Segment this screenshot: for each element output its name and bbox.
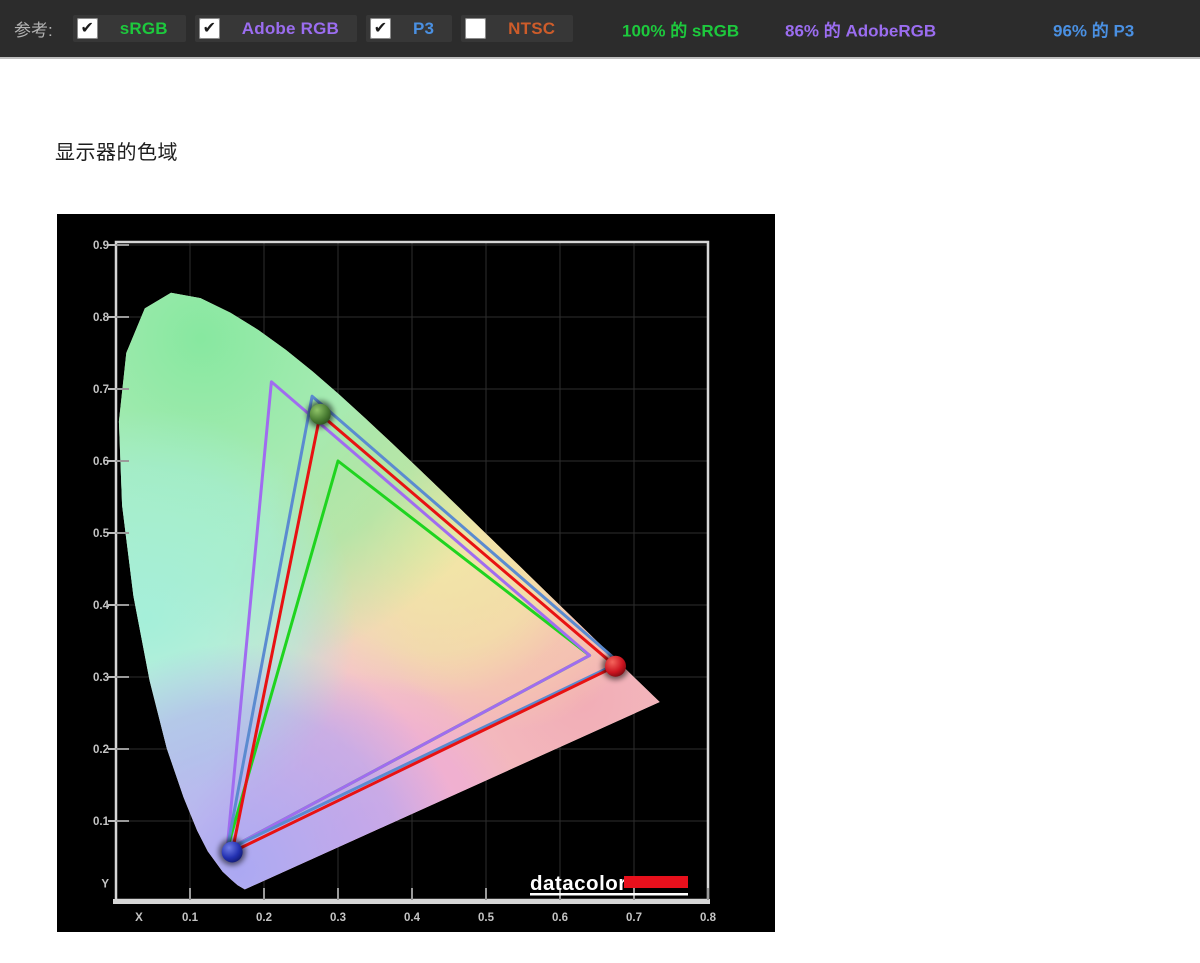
svg-text:0.6: 0.6 [552, 912, 568, 924]
svg-text:0.2: 0.2 [93, 744, 109, 756]
svg-text:0.9: 0.9 [93, 240, 109, 252]
svg-text:0.6: 0.6 [93, 456, 109, 468]
srgb-checkbox-label: sRGB [119, 18, 168, 38]
svg-text:0.2: 0.2 [256, 912, 272, 924]
page-content: 显示器的色域 0.9 0.8 0.7 0.6 0.5 0.4 0.3 0.2 0.1 Y 0.1 0.… [0, 59, 1200, 932]
svg-text:0.4: 0.4 [404, 912, 421, 924]
svg-text:0.8: 0.8 [700, 912, 717, 924]
adobergb-coverage-stat: 86% 的 AdobeRGB [785, 21, 937, 40]
adobe-rgb-checkbox-label: Adobe RGB [241, 18, 339, 38]
svg-text:0.3: 0.3 [330, 912, 346, 924]
p3-coverage-stat: 96% 的 P3 [1053, 21, 1135, 40]
datacolor-logo: datacolor [530, 872, 688, 896]
p3-checkbox-label: P3 [412, 18, 435, 38]
spectral-locus [118, 292, 660, 890]
checkbox-item-adobe-rgb[interactable]: ✔ Adobe RGB [194, 15, 357, 42]
checkbox-item-p3[interactable]: ✔ P3 [365, 15, 453, 42]
adobe-rgb-checkbox[interactable]: ✔ [198, 18, 220, 39]
reference-label: 参考: [14, 21, 53, 40]
p3-checkbox[interactable]: ✔ [369, 18, 391, 39]
svg-text:0.4: 0.4 [93, 600, 110, 612]
cie-chromaticity-chart: 0.9 0.8 0.7 0.6 0.5 0.4 0.3 0.2 0.1 Y 0.1 0.2 0.3 0.4… [93, 240, 717, 924]
svg-text:0.5: 0.5 [478, 912, 495, 924]
svg-text:0.7: 0.7 [93, 384, 109, 396]
checkbox-item-srgb[interactable]: ✔ sRGB [72, 15, 186, 42]
ntsc-checkbox-label: NTSC [508, 18, 556, 38]
svg-text:X: X [135, 912, 143, 924]
svg-text:0.1: 0.1 [93, 816, 110, 828]
svg-text:0.5: 0.5 [93, 528, 110, 540]
srgb-checkbox[interactable]: ✔ [76, 18, 98, 39]
checkbox-item-ntsc[interactable]: NTSC [461, 15, 574, 42]
svg-text:0.1: 0.1 [182, 912, 199, 924]
svg-text:datacolor: datacolor [530, 872, 627, 895]
ntsc-checkbox[interactable] [465, 18, 487, 39]
page-title: 显示器的色域 [55, 142, 178, 164]
reference-toolbar: 参考: ✔ sRGB ✔ Adobe RGB ✔ P3 NTSC 100% 的 … [0, 0, 1200, 59]
svg-text:0.3: 0.3 [93, 672, 109, 684]
svg-text:Y: Y [101, 879, 109, 891]
svg-text:0.7: 0.7 [626, 912, 642, 924]
svg-text:0.8: 0.8 [93, 312, 110, 324]
srgb-coverage-stat: 100% 的 sRGB [622, 21, 740, 40]
gamut-chart-panel: 0.9 0.8 0.7 0.6 0.5 0.4 0.3 0.2 0.1 Y 0.1 0.2 0.3 0.4… [57, 214, 775, 932]
